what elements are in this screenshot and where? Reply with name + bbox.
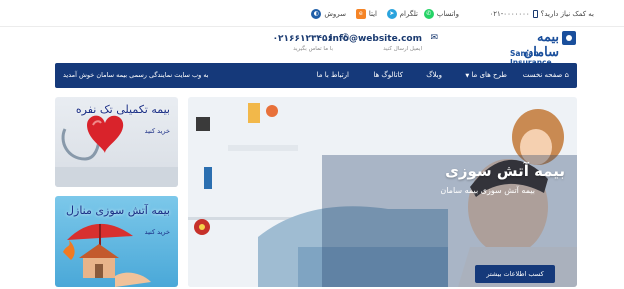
- card-buy-link[interactable]: خرید کنید: [145, 127, 170, 135]
- help-phone: ۰۲۱-۰۰۰۰۰۰۰: [489, 10, 530, 18]
- nav-item-contact[interactable]: ارتباط با ما: [317, 63, 349, 88]
- help-contact[interactable]: به کمک نیاز دارید؟ ۰۲۱-۰۰۰۰۰۰۰: [489, 8, 594, 20]
- chevron-down-icon: ▼: [465, 73, 470, 79]
- telegram-icon: ➤: [386, 9, 397, 19]
- welcome-text: به وب سایت نمایندگی رسمی بیمه سامان خوش …: [63, 71, 209, 79]
- hero-title: بیمه آتش سوزی: [445, 162, 565, 180]
- social-soroush[interactable]: سروش ◐: [311, 8, 346, 20]
- nav-label-contact: ارتباط با ما: [316, 71, 349, 79]
- card-title: بیمه تکمیلی تک نفره: [75, 103, 170, 116]
- hero-subtitle: بیمه آتش سوزی بیمه سامان: [440, 186, 535, 195]
- learn-more-button[interactable]: کسب اطلاعات بیشتر: [475, 265, 555, 283]
- mobile-icon: [532, 10, 538, 18]
- hero-caption-box: بیمه آتش سوزی بیمه آتش سوزی بیمه سامان ک…: [322, 155, 577, 287]
- card-home-fire-insurance[interactable]: بیمه آتش سوزی منازل خرید کنید: [55, 196, 178, 287]
- eitaa-icon: e: [355, 9, 366, 19]
- site-header: بیمه سامان Saman Insurance ✉ info@websit…: [0, 27, 624, 67]
- nav-item-catalogs[interactable]: کاتالوگ ها: [373, 63, 403, 88]
- social-label-soroush: سروش: [324, 10, 346, 18]
- social-eitaa[interactable]: ایتا e: [355, 8, 377, 20]
- social-label-eitaa: ایتا: [368, 10, 377, 18]
- whatsapp-icon: ✆: [423, 9, 434, 19]
- main-nav: ⌂ صفحه نخست طرح های ما ▼ وبلاگ کاتالوگ ه…: [55, 63, 577, 88]
- phone-number: ۰۲۱۶۶۱۲۳۴۵۶: [272, 34, 333, 44]
- envelope-icon: ✉: [430, 33, 438, 43]
- phone-contact[interactable]: ۰۲۱۶۶۱۲۳۴۵۶ با ما تماس بگیرید: [273, 34, 333, 52]
- card-buy-link[interactable]: خرید کنید: [145, 228, 170, 236]
- email-sub-label: ایمیل ارسال کنید: [383, 46, 422, 52]
- soroush-icon: ◐: [311, 9, 322, 19]
- logo-mark-icon: [562, 31, 576, 45]
- nav-label-plans: طرح های ما: [471, 71, 507, 79]
- nav-item-home[interactable]: ⌂ صفحه نخست: [523, 63, 569, 88]
- social-label-telegram: تلگرام: [399, 10, 418, 18]
- nav-label-catalogs: کاتالوگ ها: [373, 71, 403, 79]
- card-health-insurance[interactable]: بیمه تکمیلی تک نفره خرید کنید: [55, 97, 178, 187]
- phone-sub-label: با ما تماس بگیرید: [293, 46, 333, 52]
- social-whatsapp[interactable]: واتساپ ✆: [423, 8, 459, 20]
- hero-slider: بیمه آتش سوزی بیمه آتش سوزی بیمه سامان ک…: [188, 97, 577, 287]
- nav-item-plans[interactable]: طرح های ما ▼: [465, 63, 507, 88]
- nav-label-blog: وبلاگ: [426, 71, 442, 79]
- home-icon: ⌂: [564, 71, 569, 79]
- nav-label-home: صفحه نخست: [522, 71, 563, 79]
- logo[interactable]: بیمه سامان Saman Insurance: [510, 30, 576, 67]
- card-title: بیمه آتش سوزی منازل: [66, 204, 170, 217]
- social-label-whatsapp: واتساپ: [436, 10, 459, 18]
- nav-item-blog[interactable]: وبلاگ: [426, 63, 442, 88]
- social-telegram[interactable]: تلگرام ➤: [386, 8, 418, 20]
- top-bar: به کمک نیاز دارید؟ ۰۲۱-۰۰۰۰۰۰۰ واتساپ ✆ …: [0, 0, 624, 27]
- phone-icon: ✆: [341, 33, 349, 43]
- help-text: به کمک نیاز دارید؟: [540, 10, 594, 18]
